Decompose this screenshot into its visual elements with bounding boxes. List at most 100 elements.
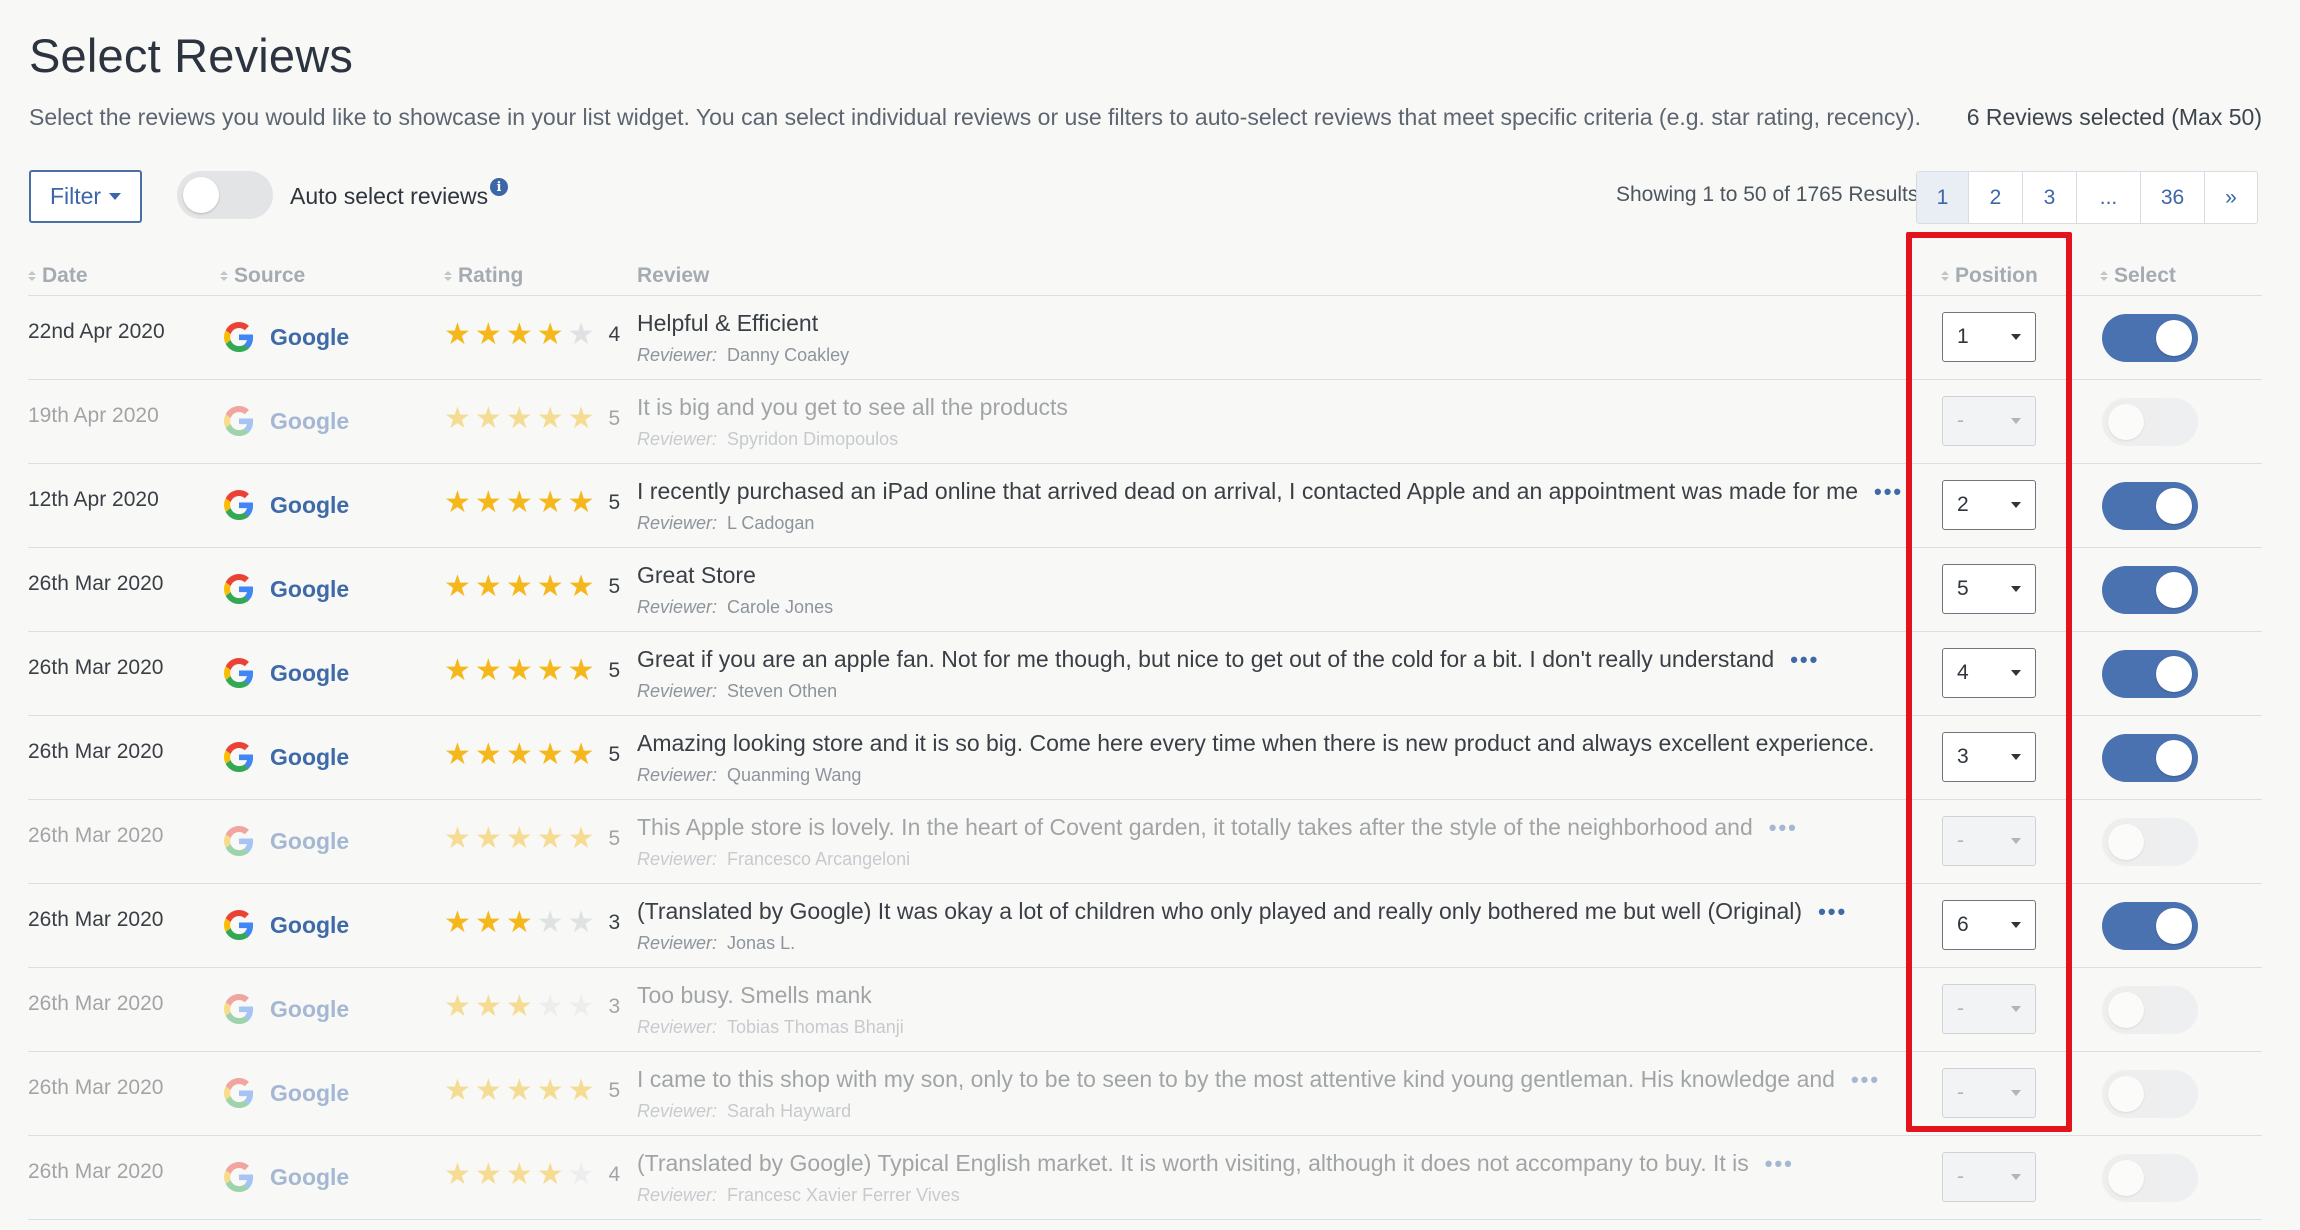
ellipsis-icon[interactable]: •••	[1851, 1068, 1880, 1090]
review-title: Amazing looking store and it is so big. …	[637, 730, 1875, 756]
caret-down-icon	[2011, 418, 2021, 424]
ellipsis-icon[interactable]: •••	[1765, 1152, 1794, 1174]
auto-select-toggle[interactable]	[177, 171, 273, 219]
reviewer-name: Steven Othen	[727, 681, 838, 701]
select-toggle[interactable]	[2102, 818, 2198, 866]
rating-value: 4	[608, 1163, 621, 1186]
caret-down-icon	[2011, 1090, 2021, 1096]
rating-value: 5	[608, 491, 621, 514]
review-content: (Translated by Google) Typical English m…	[637, 1150, 1794, 1206]
reviewer-name: Sarah Hayward	[727, 1101, 852, 1121]
source-name: Google	[270, 1079, 350, 1106]
column-header-source[interactable]: Source	[220, 264, 305, 288]
reviewer-line: Reviewer: Tobias Thomas Bhanji	[637, 1017, 904, 1038]
star-icon: ★	[444, 905, 471, 940]
position-select[interactable]: 5	[1942, 564, 2036, 614]
star-icon: ★	[505, 1073, 533, 1108]
column-header-select[interactable]: Select	[2100, 264, 2176, 288]
source-name: Google	[270, 407, 350, 434]
select-toggle[interactable]	[2102, 1070, 2198, 1118]
star-icon: ★	[536, 653, 564, 688]
review-rating: ★ ★ ★ ★ ★ 4	[444, 320, 620, 350]
column-header-date[interactable]: Date	[28, 264, 88, 288]
position-select[interactable]: 6	[1942, 900, 2036, 950]
page-button[interactable]: 3	[2023, 172, 2077, 223]
select-toggle[interactable]	[2102, 482, 2198, 530]
google-g-icon	[224, 1078, 254, 1108]
rating-value: 5	[608, 659, 621, 682]
page-button[interactable]: ...	[2077, 172, 2141, 223]
source-name: Google	[270, 827, 350, 854]
review-rating: ★ ★ ★ ★ ★ 4	[444, 1160, 620, 1190]
position-value: -	[1957, 1165, 1964, 1188]
star-icon: ★	[567, 737, 595, 772]
ellipsis-icon[interactable]: •••	[1874, 480, 1903, 502]
page-subtitle: Select the reviews you would like to sho…	[29, 104, 1921, 130]
table-row: 26th Mar 2020 Google ★ ★ ★ ★ ★ 5 I came to this …	[28, 1052, 2262, 1136]
ellipsis-icon[interactable]: •••	[1818, 900, 1847, 922]
column-header-position[interactable]: Position	[1941, 264, 2038, 288]
star-icon: ★	[474, 1073, 502, 1108]
star-icon: ★	[536, 401, 564, 436]
position-select[interactable]: 4	[1942, 648, 2036, 698]
star-icon: ★	[536, 1073, 564, 1108]
review-title: I came to this shop with my son, only to…	[637, 1066, 1835, 1092]
source-name: Google	[270, 659, 350, 686]
review-content: It is big and you get to see all the pro…	[637, 394, 1068, 450]
review-date: 26th Mar 2020	[28, 992, 164, 1015]
review-date: 22nd Apr 2020	[28, 320, 165, 343]
sort-icon	[220, 271, 228, 281]
star-icon: ★	[474, 653, 502, 688]
select-toggle[interactable]	[2102, 1154, 2198, 1202]
star-icon: ★	[444, 1073, 471, 1108]
source-name: Google	[270, 575, 350, 602]
page-button[interactable]: »	[2205, 172, 2257, 223]
caret-down-icon	[109, 193, 122, 200]
google-g-icon	[224, 574, 254, 604]
position-select[interactable]: 1	[1942, 312, 2036, 362]
toggle-knob	[2156, 320, 2192, 356]
page-button[interactable]: 2	[1969, 172, 2023, 223]
review-title: (Translated by Google) It was okay a lot…	[637, 898, 1803, 924]
page-button[interactable]: 1	[1917, 172, 1969, 223]
table-row: 12th Apr 2020 Google ★ ★ ★ ★ ★ 5 I recently purc…	[28, 464, 2262, 548]
ellipsis-icon[interactable]: •••	[1790, 648, 1819, 670]
reviewer-prefix: Reviewer:	[637, 345, 718, 365]
star-icon: ★	[567, 653, 595, 688]
info-icon[interactable]: i	[490, 178, 508, 196]
rating-value: 5	[608, 743, 621, 766]
position-value: 2	[1957, 493, 1969, 516]
select-toggle[interactable]	[2102, 650, 2198, 698]
column-header-rating[interactable]: Rating	[444, 264, 523, 288]
reviewer-line: Reviewer: Francesc Xavier Ferrer Vives	[637, 1185, 1794, 1206]
select-toggle[interactable]	[2102, 314, 2198, 362]
star-icon: ★	[444, 821, 471, 856]
review-rating: ★ ★ ★ ★ ★ 5	[444, 656, 620, 686]
reviewer-name: L Cadogan	[727, 513, 815, 533]
position-select[interactable]: 3	[1942, 732, 2036, 782]
column-header-review-label: Review	[637, 264, 710, 287]
select-toggle-cell	[2102, 482, 2198, 530]
ellipsis-icon[interactable]: •••	[1769, 816, 1798, 838]
star-icon: ★	[474, 485, 502, 520]
caret-down-icon	[2011, 838, 2021, 844]
rating-value: 3	[608, 911, 621, 934]
position-select[interactable]: 2	[1942, 480, 2036, 530]
select-toggle[interactable]	[2102, 566, 2198, 614]
select-toggle[interactable]	[2102, 398, 2198, 446]
select-toggle-cell	[2102, 818, 2198, 866]
filter-button[interactable]: Filter	[29, 170, 142, 223]
toggle-knob	[2156, 572, 2192, 608]
select-toggle[interactable]	[2102, 986, 2198, 1034]
select-toggle[interactable]	[2102, 902, 2198, 950]
table-row: 26th Mar 2020 Google ★ ★ ★ ★ ★ 3 (Translated by …	[28, 884, 2262, 968]
review-rating: ★ ★ ★ ★ ★ 5	[444, 488, 620, 518]
star-icon: ★	[567, 317, 595, 352]
select-toggle-cell	[2102, 986, 2198, 1034]
filter-button-label: Filter	[49, 183, 102, 209]
star-icon: ★	[505, 737, 533, 772]
page-button[interactable]: 36	[2141, 172, 2205, 223]
reviewer-line: Reviewer: Sarah Hayward	[637, 1101, 1880, 1122]
caret-down-icon	[2011, 502, 2021, 508]
select-toggle[interactable]	[2102, 734, 2198, 782]
